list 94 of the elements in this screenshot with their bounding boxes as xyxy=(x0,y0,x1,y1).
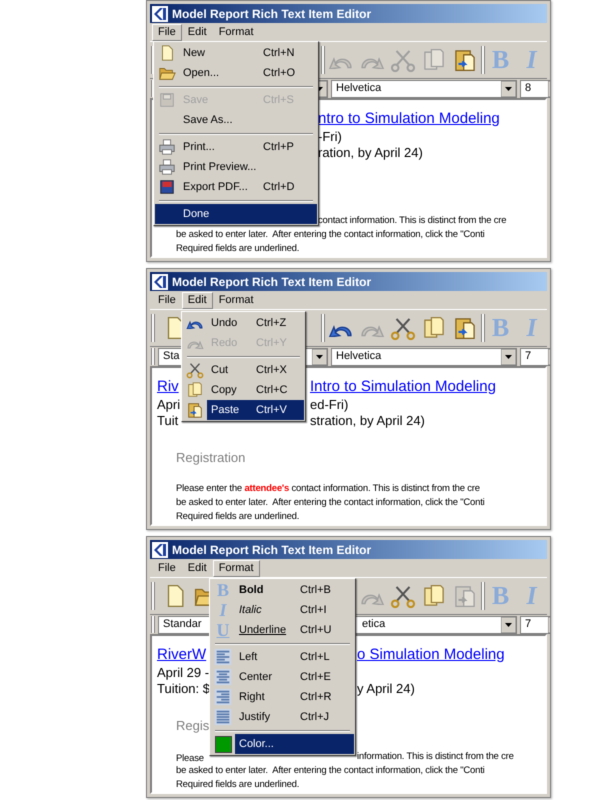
menu-bar-item[interactable]: Edit xyxy=(182,560,213,576)
menu-item[interactable]: B Bold Ctrl+B xyxy=(211,580,354,600)
shortcut-text: Ctrl+N xyxy=(263,46,294,59)
menu-bar-item[interactable]: Edit xyxy=(182,292,213,308)
italic-glyph-icon: I xyxy=(526,315,537,341)
shortcut-text: Ctrl+L xyxy=(300,650,330,663)
paragraph-line: contact information. This is distinct from the cre xyxy=(318,214,506,228)
menu-item[interactable]: Print... Ctrl+P xyxy=(155,137,317,157)
menu-bar-item[interactable]: Format xyxy=(212,560,260,576)
paragraph-line: Please xyxy=(176,753,204,764)
section-heading: Regis xyxy=(176,717,210,736)
italic-glyph-icon: I xyxy=(526,583,537,609)
menu-item[interactable]: Copy Ctrl+C xyxy=(183,380,304,400)
shortcut-text: Ctrl+D xyxy=(263,180,294,193)
paragraph-line: be asked to enter later. After entering the contact information, click the "Conti xyxy=(176,764,485,778)
shortcut-text: Ctrl+C xyxy=(256,384,288,396)
dropdown-arrow-icon[interactable] xyxy=(501,80,516,96)
menu-item[interactable]: Justify Ctrl+J xyxy=(211,707,354,727)
menu-item[interactable]: Cut Ctrl+X xyxy=(183,360,304,380)
italic-glyph-icon: I xyxy=(219,601,226,619)
dropdown-arrow-icon[interactable] xyxy=(312,348,327,364)
menu-item[interactable]: Save As... xyxy=(155,110,317,130)
align-center-icon xyxy=(214,668,232,686)
paragraph-line: Required fields are underlined. xyxy=(176,242,300,256)
menu-item[interactable]: New Ctrl+N xyxy=(155,43,317,63)
size-dropdown[interactable]: 8 xyxy=(520,80,550,98)
bold-glyph-icon: B xyxy=(492,315,510,341)
size-dropdown[interactable]: 7 xyxy=(520,348,550,366)
dropdown-arrow-icon[interactable] xyxy=(501,348,516,364)
align-justify-icon xyxy=(214,708,232,726)
bold-glyph-icon: B xyxy=(492,47,510,73)
menu-bar-item[interactable]: File xyxy=(152,560,182,576)
shortcut-text: Ctrl+V xyxy=(256,404,287,416)
dropdown-arrow-icon[interactable] xyxy=(501,616,516,632)
menu-item[interactable]: Left Ctrl+L xyxy=(211,647,354,667)
app-logo-icon xyxy=(152,274,168,290)
paragraph-line: information. This is distinct from the cre xyxy=(357,750,514,764)
menu-item[interactable]: Print Preview... xyxy=(155,157,317,177)
scissors-icon[interactable] xyxy=(390,315,416,341)
tuition-text: ration, by April 24) xyxy=(318,144,423,162)
shortcut-text: Ctrl+O xyxy=(263,66,296,79)
paragraph-line: be asked to enter later. After entering the contact information, click the "Conti xyxy=(176,228,485,242)
app-logo-icon xyxy=(152,542,168,558)
menu-item[interactable]: Right Ctrl+R xyxy=(211,687,354,707)
app-logo-icon xyxy=(152,6,168,22)
paragraph-line: be asked to enter later. After entering the contact information, click the "Conti xyxy=(176,496,485,510)
date-text: Apri xyxy=(157,397,180,412)
menu-bar-item[interactable]: File xyxy=(152,292,182,308)
printer-icon xyxy=(158,138,176,156)
paragraph-line: Required fields are underlined. xyxy=(176,778,300,792)
tuition-text: stration, by April 24) xyxy=(310,412,425,430)
section-heading: Registration xyxy=(176,449,246,468)
date-text: -Fri) xyxy=(318,128,342,146)
printer-icon xyxy=(158,158,176,176)
menu-bar-item[interactable]: File xyxy=(152,24,182,40)
window-title: Model Report Rich Text Item Editor xyxy=(172,274,372,290)
shortcut-text: Ctrl+R xyxy=(300,690,332,703)
shortcut-text: Ctrl+U xyxy=(300,624,332,636)
align-right-icon xyxy=(214,688,232,706)
menu-item[interactable]: Open... Ctrl+O xyxy=(155,63,317,83)
window-title: Model Report Rich Text Item Editor xyxy=(172,6,372,22)
font-dropdown[interactable]: Helvetica xyxy=(331,348,517,366)
scissors-icon xyxy=(186,361,204,379)
shortcut-text: Ctrl+E xyxy=(300,670,331,683)
bold-glyph-icon: B xyxy=(216,581,229,599)
menu-item[interactable]: Done xyxy=(155,204,317,224)
menu-bar-item[interactable]: Edit xyxy=(182,24,213,40)
menu-bar-item[interactable]: Format xyxy=(212,292,260,308)
paragraph-line: Required fields are underlined. xyxy=(176,510,300,524)
shortcut-text: Ctrl+I xyxy=(300,604,327,616)
menu-bar-item[interactable]: Format xyxy=(212,24,260,40)
menu-item[interactable]: Undo Ctrl+Z xyxy=(183,313,304,333)
date-text: ed-Fri) xyxy=(310,396,348,414)
font-dropdown[interactable]: Helvetica xyxy=(331,80,517,98)
paragraph-line: Please enter the attendee's contact information. This is distinct from the cre xyxy=(176,482,480,496)
tuition-text: y April 24) xyxy=(357,680,415,698)
pages-icon xyxy=(186,381,204,399)
align-left-icon xyxy=(214,648,232,666)
scissors-icon[interactable] xyxy=(390,583,416,609)
shortcut-text: Ctrl+J xyxy=(300,710,330,723)
shortcut-text: Ctrl+X xyxy=(256,364,287,376)
clipboard-icon xyxy=(186,401,204,419)
window-title: Model Report Rich Text Item Editor xyxy=(172,542,372,558)
tuition-text: Tuit xyxy=(157,413,178,428)
underline-glyph-icon: U xyxy=(216,621,230,639)
shortcut-text: Ctrl+Z xyxy=(256,316,286,329)
menu-item[interactable]: Center Ctrl+E xyxy=(211,667,354,687)
menu-item[interactable]: Export PDF... Ctrl+D xyxy=(155,177,317,197)
size-dropdown[interactable]: 7 xyxy=(520,616,550,634)
italic-glyph-icon: I xyxy=(526,47,537,73)
shortcut-text: Ctrl+B xyxy=(300,584,331,596)
shortcut-text: Ctrl+P xyxy=(263,140,294,153)
date-text: April 29 - xyxy=(157,664,210,682)
bold-glyph-icon: B xyxy=(492,583,510,609)
